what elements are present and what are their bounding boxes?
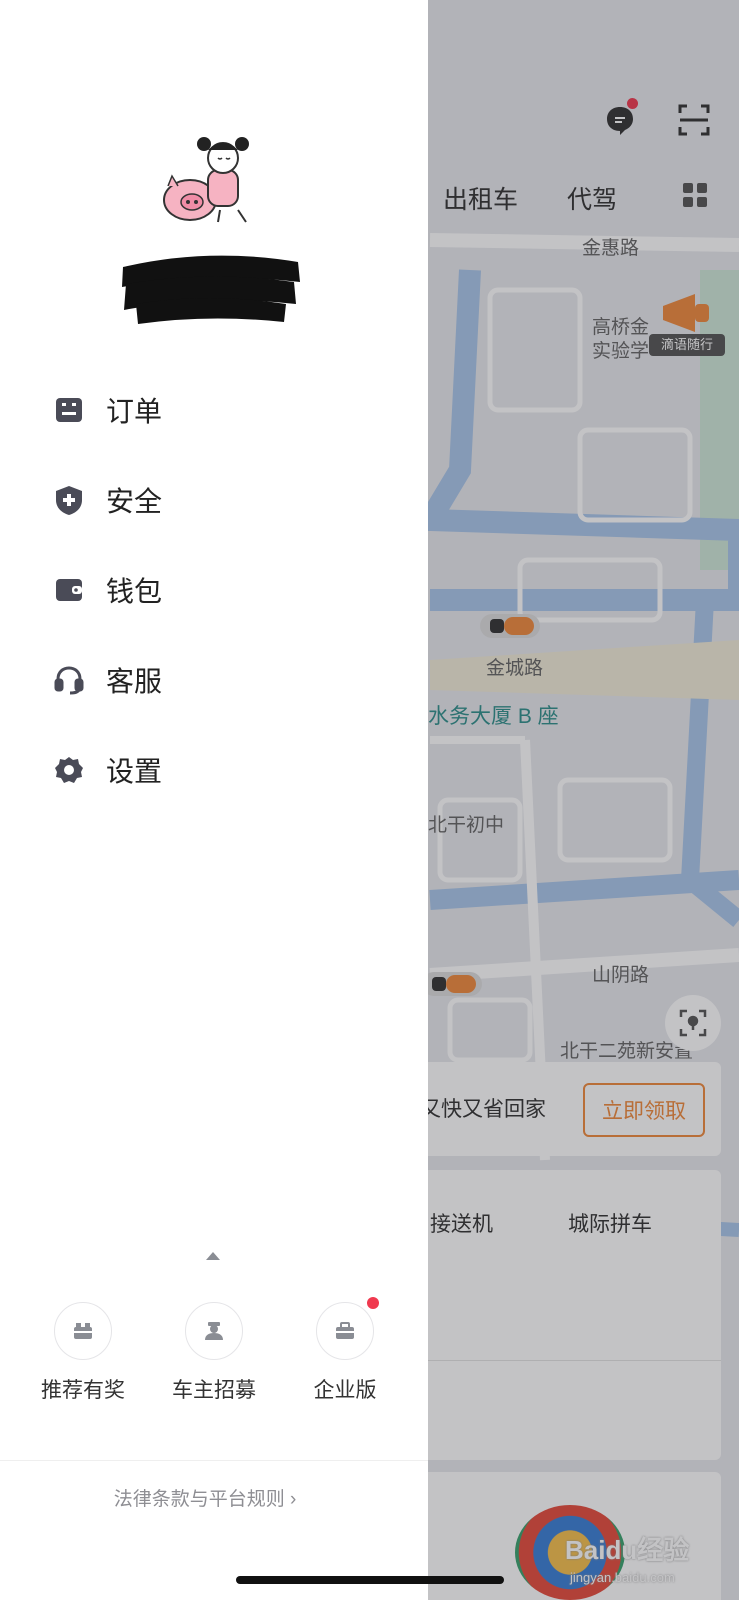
driver-icon xyxy=(205,1322,223,1340)
gear-icon xyxy=(52,753,86,787)
menu-label: 钱包 xyxy=(106,576,163,607)
quick-link-icon-wrap xyxy=(185,1302,243,1360)
legal-terms-link[interactable]: 法律条款与平台规则 › xyxy=(0,1484,410,1511)
briefcase-icon xyxy=(336,1322,354,1339)
menu-label: 安全 xyxy=(106,486,163,517)
expand-arrow-icon[interactable] xyxy=(206,1252,220,1260)
wallet-icon xyxy=(52,573,86,607)
headset-icon xyxy=(52,663,86,697)
menu-label: 客服 xyxy=(106,666,163,697)
avatar[interactable] xyxy=(160,130,260,240)
quick-link-enterprise[interactable]: 企业版 xyxy=(285,1297,405,1404)
quick-link-label: 推荐有奖 xyxy=(41,1379,125,1402)
quick-link-driver-recruit[interactable]: 车主招募 xyxy=(154,1302,274,1404)
quick-link-label: 车主招募 xyxy=(172,1379,256,1402)
redacted-username xyxy=(122,255,300,324)
quick-link-label: 企业版 xyxy=(313,1379,377,1402)
side-drawer: 订单 安全 钱包 客服 设置 推荐有奖 车主招募 企业版 法律条款与平台规则 › xyxy=(0,0,428,1600)
menu-item-orders[interactable]: 订单 xyxy=(52,385,162,435)
quick-link-icon-wrap xyxy=(316,1297,379,1360)
shield-icon xyxy=(52,483,86,517)
menu-item-customer-service[interactable]: 客服 xyxy=(52,655,162,705)
order-icon xyxy=(52,393,86,427)
gift-icon xyxy=(74,1323,92,1339)
home-indicator[interactable] xyxy=(236,1576,504,1584)
menu-item-safety[interactable]: 安全 xyxy=(52,475,162,525)
quick-link-icon-wrap xyxy=(54,1302,112,1360)
menu-label: 设置 xyxy=(106,756,163,787)
menu-item-settings[interactable]: 设置 xyxy=(52,745,162,795)
menu-item-wallet[interactable]: 钱包 xyxy=(52,565,162,615)
menu-label: 订单 xyxy=(106,396,163,427)
notification-dot xyxy=(367,1297,379,1309)
divider xyxy=(0,1460,428,1461)
quick-link-referral[interactable]: 推荐有奖 xyxy=(23,1302,143,1404)
